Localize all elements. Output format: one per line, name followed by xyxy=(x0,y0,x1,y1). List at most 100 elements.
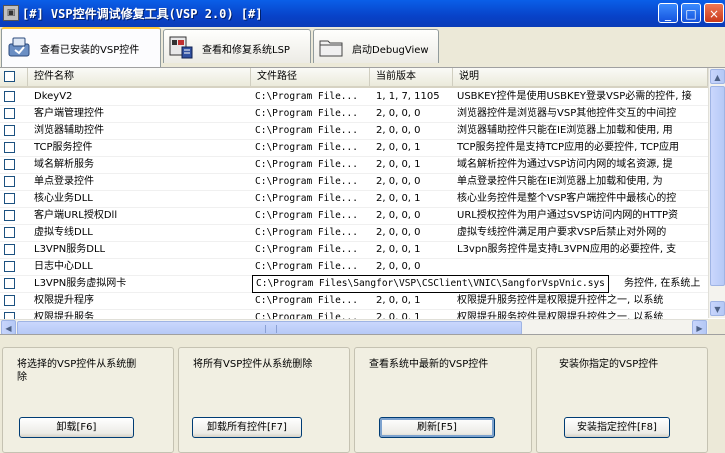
control-description: L3vpn服务控件是支持L3VPN应用的必要控件, 支 xyxy=(457,244,677,255)
row-checkbox[interactable] xyxy=(4,244,15,255)
app-icon[interactable]: ▣ xyxy=(3,5,19,21)
tab-label: 启动DebugView xyxy=(352,45,429,56)
control-version: 2, 0, 0, 0 xyxy=(376,261,421,272)
table-row[interactable]: 客户端管理控件 C:\Program File... 2, 0, 0, 0 浏览… xyxy=(0,105,708,123)
panel-description: 将所有VSP控件从系统删除 xyxy=(193,359,313,370)
row-checkbox[interactable] xyxy=(4,91,15,102)
select-all-checkbox[interactable] xyxy=(4,71,15,82)
table-row[interactable]: 虚拟专线DLL C:\Program File... 2, 0, 0, 0 虚拟… xyxy=(0,224,708,242)
column-header-path[interactable]: 文件路径 xyxy=(251,68,370,86)
window-title: [#] VSP控件调试修复工具(VSP 2.0) [#] xyxy=(22,7,263,21)
tab-lsp-repair[interactable]: 查看和修复系统LSP xyxy=(163,29,311,63)
maximize-button[interactable]: □ xyxy=(681,3,701,23)
control-version: 2, 0, 0, 1 xyxy=(376,244,421,255)
install-specified-button[interactable]: 安装指定控件[F8] xyxy=(564,417,670,438)
row-checkbox[interactable] xyxy=(4,142,15,153)
uninstall-panel: 将选择的VSP控件从系统删除 卸载[F6] xyxy=(2,347,174,453)
table-row[interactable]: 客户端URL授权Dll C:\Program File... 2, 0, 0, … xyxy=(0,207,708,225)
table-row[interactable]: L3VPN服务DLL C:\Program File... 2, 0, 0, 1… xyxy=(0,241,708,259)
scrollbar-corner xyxy=(708,319,725,334)
row-checkbox[interactable] xyxy=(4,159,15,170)
control-description: 浏览器辅助控件只能在IE浏览器上加载和使用, 用 xyxy=(457,125,673,136)
control-path: C:\Program File... xyxy=(255,210,358,221)
installed-controls-icon xyxy=(8,37,30,57)
column-header-name[interactable]: 控件名称 xyxy=(28,68,251,86)
scroll-up-button[interactable]: ▲ xyxy=(710,69,725,84)
vertical-scrollbar[interactable]: ▲ ▼ xyxy=(708,68,725,318)
table-row[interactable]: 核心业务DLL C:\Program File... 2, 0, 0, 1 核心… xyxy=(0,190,708,208)
control-path: C:\Program File... xyxy=(255,125,358,136)
minimize-button[interactable]: _ xyxy=(658,3,678,23)
install-panel: 安装你指定的VSP控件 安装指定控件[F8] xyxy=(536,347,708,453)
control-path: C:\Program File... xyxy=(255,108,358,119)
control-path: C:\Program File... xyxy=(255,91,358,102)
table-row[interactable]: 域名解析服务 C:\Program File... 2, 0, 0, 1 域名解… xyxy=(0,156,708,174)
horizontal-scrollbar[interactable]: ◀ ▶ xyxy=(0,319,708,334)
panel-description: 查看系统中最新的VSP控件 xyxy=(369,359,489,370)
row-checkbox[interactable] xyxy=(4,295,15,306)
control-description: URL授权控件为用户通过SVSP访问内网的HTTP资 xyxy=(457,210,678,221)
tab-installed-controls[interactable]: 查看已安装的VSP控件 xyxy=(1,27,161,67)
scroll-down-button[interactable]: ▼ xyxy=(710,301,725,316)
control-description: 单点登录控件只能在IE浏览器上加载和使用, 为 xyxy=(457,176,663,187)
scroll-right-button[interactable]: ▶ xyxy=(692,320,707,334)
control-description: 务控件, 在系统上 xyxy=(624,278,701,289)
refresh-panel: 查看系统中最新的VSP控件 刷新[F5] xyxy=(354,347,532,453)
controls-table: 控件名称 文件路径 当前版本 说明 DkeyV2 C:\Program File… xyxy=(0,67,725,335)
control-description: USBKEY控件是使用USBKEY登录VSP必需的控件, 接 xyxy=(457,91,692,102)
path-tooltip: C:\Program Files\Sangfor\VSP\CSClient\VN… xyxy=(252,275,609,293)
table-row[interactable]: DkeyV2 C:\Program File... 1, 1, 7, 1105 … xyxy=(0,88,708,106)
scroll-grip xyxy=(264,325,277,333)
uninstall-all-panel: 将所有VSP控件从系统删除 卸载所有控件[F7] xyxy=(178,347,350,453)
control-name: TCP服务控件 xyxy=(34,142,93,153)
control-name: 权限提升程序 xyxy=(34,295,94,306)
control-path: C:\Program File... xyxy=(255,176,358,187)
table-row[interactable]: 日志中心DLL C:\Program File... 2, 0, 0, 0 xyxy=(0,258,708,276)
row-checkbox[interactable] xyxy=(4,108,15,119)
row-checkbox[interactable] xyxy=(4,210,15,221)
control-description: 浏览器控件是浏览器与VSP其他控件交互的中间控 xyxy=(457,108,677,119)
control-name: L3VPN服务虚拟网卡 xyxy=(34,278,127,289)
control-name: 日志中心DLL xyxy=(34,261,93,272)
table-row[interactable]: 单点登录控件 C:\Program File... 2, 0, 0, 0 单点登… xyxy=(0,173,708,191)
control-name: 虚拟专线DLL xyxy=(34,227,93,238)
column-header-description[interactable]: 说明 xyxy=(453,68,708,86)
close-button[interactable]: × xyxy=(704,3,724,23)
control-version: 2, 0, 0, 0 xyxy=(376,176,421,187)
tab-label: 查看和修复系统LSP xyxy=(202,45,290,56)
uninstall-button[interactable]: 卸载[F6] xyxy=(19,417,134,438)
control-version: 2, 0, 0, 0 xyxy=(376,125,421,136)
column-header-version[interactable]: 当前版本 xyxy=(370,68,453,86)
table-row[interactable]: 浏览器辅助控件 C:\Program File... 2, 0, 0, 0 浏览… xyxy=(0,122,708,140)
control-version: 2, 0, 0, 1 xyxy=(376,159,421,170)
panel-description: 安装你指定的VSP控件 xyxy=(559,359,659,370)
control-version: 2, 0, 0, 0 xyxy=(376,210,421,221)
control-name: 域名解析服务 xyxy=(34,159,94,170)
row-checkbox[interactable] xyxy=(4,125,15,136)
tab-debugview[interactable]: 启动DebugView xyxy=(313,29,439,63)
row-checkbox[interactable] xyxy=(4,193,15,204)
row-checkbox[interactable] xyxy=(4,227,15,238)
table-header: 控件名称 文件路径 当前版本 说明 xyxy=(0,68,708,88)
control-description: 核心业务控件是整个VSP客户端控件中最核心的控 xyxy=(457,193,677,204)
control-description: 虚拟专线控件满足用户要求VSP后禁止对外网的 xyxy=(457,227,667,238)
folder-icon xyxy=(319,40,343,57)
scroll-left-button[interactable]: ◀ xyxy=(1,320,16,334)
row-checkbox[interactable] xyxy=(4,261,15,272)
control-version: 2, 0, 0, 1 xyxy=(376,193,421,204)
control-description xyxy=(457,258,708,275)
table-row[interactable]: TCP服务控件 C:\Program File... 2, 0, 0, 1 TC… xyxy=(0,139,708,157)
refresh-button[interactable]: 刷新[F5] xyxy=(379,417,495,438)
control-path: C:\Program File... xyxy=(255,244,358,255)
control-name: 浏览器辅助控件 xyxy=(34,125,104,136)
control-path: C:\Program File... xyxy=(255,142,358,153)
control-version: 1, 1, 7, 1105 xyxy=(376,91,440,102)
row-checkbox[interactable] xyxy=(4,176,15,187)
horizontal-scroll-thumb[interactable] xyxy=(17,321,522,334)
vertical-scroll-thumb[interactable] xyxy=(710,86,725,286)
row-checkbox[interactable] xyxy=(4,278,15,289)
uninstall-all-button[interactable]: 卸载所有控件[F7] xyxy=(192,417,302,438)
tab-strip: 查看已安装的VSP控件 查看和修复系统LSP 启动DebugView xyxy=(0,27,725,67)
control-version: 2, 0, 0, 1 xyxy=(376,295,421,306)
table-row[interactable]: 权限提升程序 C:\Program File... 2, 0, 0, 1 权限提… xyxy=(0,292,708,310)
